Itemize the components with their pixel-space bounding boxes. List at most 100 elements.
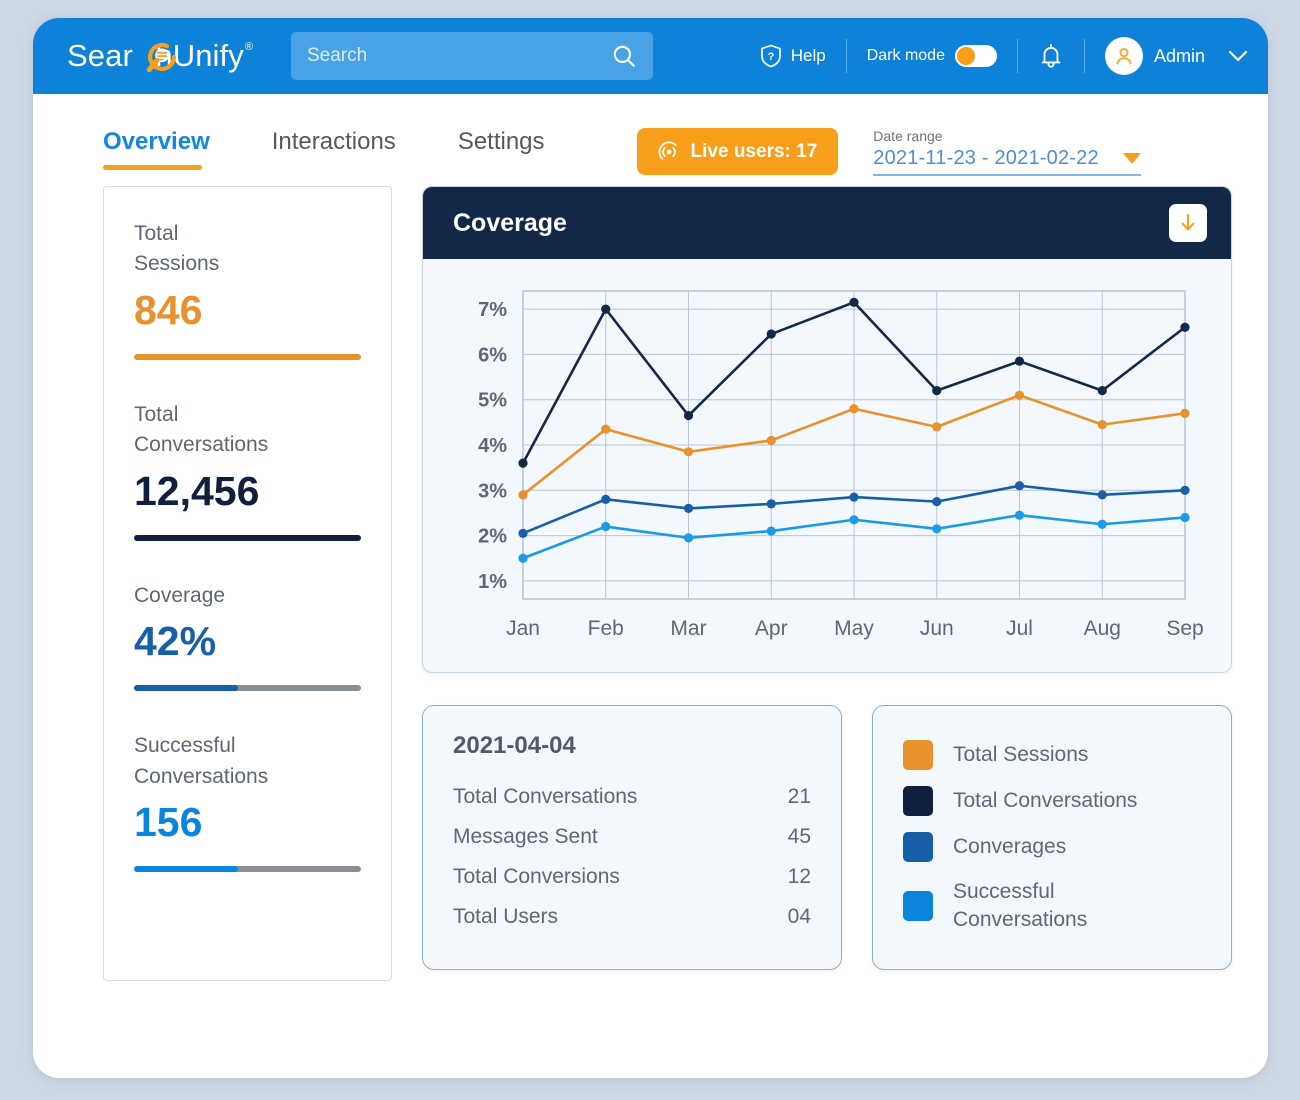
chart-plot-area: 1% 2% 3% 4% 5% 6% 7% Jan Feb Mar Apr May Jun Jul Aug Se… xyxy=(423,259,1231,672)
svg-text:Sep: Sep xyxy=(1166,617,1203,640)
date-detail-panel: 2021-04-04 Total Conversations 21 Messag… xyxy=(422,705,842,970)
stat-label: Total Users xyxy=(453,905,559,928)
detail-date: 2021-04-04 xyxy=(453,732,576,759)
stat-value: 21 xyxy=(787,785,811,808)
top-navigation-bar: SearChUnify ® xyxy=(33,18,1268,94)
metric-total-conversations: Total Conversations 12,456 xyxy=(134,400,361,541)
svg-text:Aug: Aug xyxy=(1084,617,1121,640)
notification-bell-icon[interactable] xyxy=(1038,42,1064,70)
dark-mode-toggle[interactable] xyxy=(954,45,997,67)
metric-bar xyxy=(134,685,361,692)
stat-row: Total Users 04 xyxy=(453,897,811,937)
tab-overview[interactable]: Overview xyxy=(103,128,210,170)
live-users-label: Live users: 17 xyxy=(690,140,818,162)
stat-label: Total Conversations xyxy=(453,785,638,808)
legend-item[interactable]: Total Conversations xyxy=(903,786,1201,816)
legend-label: Successful Conversations xyxy=(953,880,1088,932)
stat-value: 12 xyxy=(787,865,811,888)
svg-text:4%: 4% xyxy=(478,435,507,457)
app-window: SearChUnify ® xyxy=(33,18,1268,1078)
stat-row: Total Conversions 12 xyxy=(453,857,811,897)
dashboard-main: Coverage 1% 2% 3% 4% 5% 6% 7% Jan Feb Mar Apr May Ju… xyxy=(422,186,1232,981)
svg-text:Mar: Mar xyxy=(670,617,706,640)
search-box[interactable] xyxy=(290,32,653,80)
metric-label: Successful Conversations xyxy=(134,734,269,788)
search-input[interactable] xyxy=(306,45,611,67)
metrics-sidebar: Total Sessions 846 Total Conversations 1… xyxy=(103,186,392,981)
metric-successful-conversations: Successful Conversations 156 xyxy=(134,731,361,873)
metric-bar xyxy=(134,866,361,873)
user-icon xyxy=(1116,48,1132,65)
metric-label: Coverage xyxy=(134,583,226,607)
top-divider-1 xyxy=(845,39,847,73)
metric-value: 42% xyxy=(134,618,217,665)
chevron-down-icon[interactable] xyxy=(1228,50,1248,63)
live-broadcast-icon xyxy=(658,141,677,160)
legend-label: Total Conversations xyxy=(953,788,1138,812)
stat-row: Messages Sent 45 xyxy=(453,817,811,857)
account-menu[interactable]: Admin xyxy=(1104,37,1248,75)
top-divider-2 xyxy=(1016,39,1018,73)
svg-text:5%: 5% xyxy=(478,390,507,412)
stat-value: 04 xyxy=(787,905,811,928)
avatar xyxy=(1104,37,1143,75)
stat-label: Messages Sent xyxy=(453,825,598,848)
legend-label: Converages xyxy=(953,834,1067,858)
metric-value: 12,456 xyxy=(134,467,260,514)
metric-bar xyxy=(134,353,361,360)
search-icon[interactable] xyxy=(611,43,637,69)
stat-label: Total Conversions xyxy=(453,865,620,888)
legend-item[interactable]: Total Sessions xyxy=(903,740,1201,770)
live-users-button[interactable]: Live users: 17 xyxy=(636,128,839,175)
svg-text:Jul: Jul xyxy=(1006,617,1033,640)
magnifier-logo-icon xyxy=(146,42,177,73)
dark-mode-label: Dark mode xyxy=(866,47,945,64)
svg-text:May: May xyxy=(834,617,874,640)
metric-bar xyxy=(134,534,361,541)
download-chart-button[interactable] xyxy=(1169,204,1207,242)
metric-coverage: Coverage 42% xyxy=(134,581,361,692)
dark-mode-control[interactable]: Dark mode xyxy=(867,45,997,67)
stat-row: Total Conversations 21 xyxy=(453,777,811,817)
metric-label: Total Conversations xyxy=(134,402,269,457)
svg-text:?: ? xyxy=(767,51,774,63)
coverage-chart-card: Coverage 1% 2% 3% 4% 5% 6% 7% Jan Feb Mar Apr May Ju… xyxy=(422,186,1232,673)
legend-item[interactable]: Converages xyxy=(903,832,1201,862)
dashboard-content: Total Sessions 846 Total Conversations 1… xyxy=(33,186,1268,981)
metric-total-sessions: Total Sessions 846 xyxy=(134,219,361,360)
date-range-label: Date range xyxy=(873,128,943,144)
svg-text:3%: 3% xyxy=(478,480,507,502)
svg-text:6%: 6% xyxy=(478,344,507,366)
page-toolbar: Overview Interactions Settings Live user… xyxy=(33,94,1268,186)
logo-registered-mark: ® xyxy=(244,41,253,53)
date-range-picker[interactable]: Date range 2021-11-23 - 2021-02-22 xyxy=(873,128,1142,176)
app-logo[interactable]: SearChUnify ® xyxy=(67,38,253,74)
legend-item[interactable]: Successful Conversations xyxy=(903,878,1201,935)
stat-value: 45 xyxy=(787,825,811,848)
help-shield-icon: ? xyxy=(760,44,781,68)
svg-text:1%: 1% xyxy=(478,571,507,593)
legend-swatch xyxy=(903,832,933,862)
metric-value: 156 xyxy=(134,799,203,846)
coverage-line-chart: 1% 2% 3% 4% 5% 6% 7% Jan Feb Mar Apr May Jun Jul Aug Se… xyxy=(478,290,1204,640)
top-divider-3 xyxy=(1083,39,1085,73)
svg-text:Apr: Apr xyxy=(755,617,788,640)
help-button[interactable]: ? Help xyxy=(760,44,826,68)
legend-label: Total Sessions xyxy=(953,742,1089,766)
date-range-value[interactable]: 2021-11-23 - 2021-02-22 xyxy=(873,147,1099,170)
chart-legend-panel: Total Sessions Total Conversations Conve… xyxy=(872,705,1232,970)
svg-text:Jan: Jan xyxy=(506,617,540,640)
tab-settings[interactable]: Settings xyxy=(458,128,545,170)
download-arrow-icon xyxy=(1181,214,1195,231)
legend-swatch xyxy=(903,891,933,922)
metric-label: Total Sessions xyxy=(134,222,220,276)
tab-interactions[interactable]: Interactions xyxy=(272,128,396,170)
legend-swatch xyxy=(903,786,933,816)
legend-swatch xyxy=(903,740,933,770)
svg-text:Jun: Jun xyxy=(920,617,954,640)
metric-value: 846 xyxy=(134,286,203,333)
top-bar-actions: ? Help Dark mode Admin xyxy=(760,33,1248,79)
chart-card-header: Coverage xyxy=(423,187,1231,259)
account-name: Admin xyxy=(1153,45,1205,66)
date-range-caret-icon[interactable] xyxy=(1123,153,1142,164)
